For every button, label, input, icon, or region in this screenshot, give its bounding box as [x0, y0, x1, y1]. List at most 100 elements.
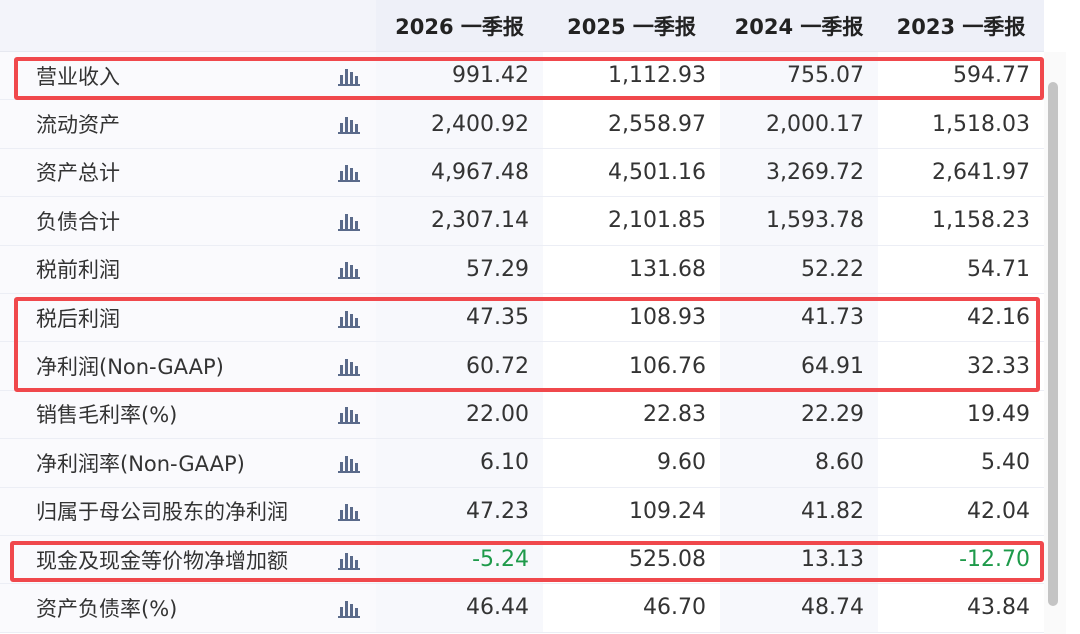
value-cell: 19.49 — [967, 401, 1030, 427]
value-cell: 6.10 — [376, 439, 543, 487]
row-label: 净利润率(Non-GAAP) — [0, 439, 376, 487]
value-cell: 46.70 — [643, 595, 706, 621]
bar-chart-icon[interactable] — [338, 114, 360, 135]
row-label-text: 负债合计 — [36, 209, 120, 234]
value-cell: 106.76 — [629, 353, 706, 379]
header-label-cell — [0, 0, 376, 51]
value-cell: 46.44 — [376, 584, 543, 632]
value-cell: 3,269.72 — [720, 148, 878, 197]
table-row: 净利润率(Non-GAAP) 6.10 9.60 8.60 5.40 — [0, 439, 1044, 488]
value-cell: 2,558.97 — [608, 111, 706, 137]
value-cell: 755.07 — [720, 52, 878, 100]
scrollbar-thumb[interactable] — [1048, 82, 1058, 606]
value-cell: 13.13 — [720, 535, 878, 584]
value-cell: 525.08 — [629, 547, 706, 573]
table-row: 流动资产 2,400.92 2,558.97 2,000.17 1,518.03 — [0, 100, 1044, 149]
value-cell: 1,518.03 — [932, 111, 1030, 137]
value-cell: 109.24 — [629, 498, 706, 524]
row-label: 税前利润 — [0, 245, 376, 293]
bar-chart-icon[interactable] — [338, 356, 360, 377]
table-body: 营业收入 991.42 1,112.93 755.07 594.77 流动资产 2,400.… — [0, 52, 1044, 633]
row-label-text: 税后利润 — [36, 306, 120, 331]
value-cell: 131.68 — [629, 256, 706, 282]
row-label: 负债合计 — [0, 197, 376, 245]
bar-chart-icon[interactable] — [338, 308, 360, 328]
value-cell: 4,501.16 — [608, 159, 706, 185]
row-label: 资产负债率(%) — [0, 584, 376, 632]
value-cell: 22.29 — [720, 390, 878, 439]
col-header-2024[interactable]: 2024 一季报 — [720, 0, 878, 51]
value-cell: 108.93 — [629, 305, 706, 331]
row-label: 净利润(Non-GAAP) — [0, 342, 376, 390]
bar-chart-icon[interactable] — [338, 501, 360, 522]
table-row: 现金及现金等价物净增加额 -5.24 525.08 13.13 -12.70 — [0, 535, 1044, 585]
value-cell: 60.72 — [376, 342, 543, 390]
value-cell: 9.60 — [657, 450, 706, 476]
row-label-text: 销售毛利率(%) — [36, 403, 178, 428]
bar-chart-icon[interactable] — [338, 162, 360, 183]
value-cell: 47.35 — [376, 293, 543, 342]
value-cell: 48.74 — [720, 584, 878, 632]
row-label: 现金及现金等价物净增加额 — [0, 535, 376, 584]
value-cell: 5.40 — [981, 450, 1030, 476]
col-header-2026[interactable]: 2026 一季报 — [376, 0, 543, 51]
bar-chart-icon[interactable] — [338, 66, 360, 86]
row-label-text: 归属于母公司股东的净利润 — [36, 500, 288, 525]
value-cell: 594.77 — [953, 63, 1030, 89]
value-cell: 43.84 — [967, 595, 1030, 621]
financial-table: 2026 一季报 2025 一季报 2024 一季报 2023 一季报 营业收入… — [0, 0, 1044, 633]
value-cell: 4,967.48 — [376, 148, 543, 197]
value-cell: 64.91 — [720, 342, 878, 390]
table-row: 负债合计 2,307.14 2,101.85 1,593.78 1,158.23 — [0, 197, 1044, 246]
bar-chart-icon[interactable] — [338, 404, 360, 425]
value-cell: 1,158.23 — [932, 208, 1030, 234]
col-header-2025[interactable]: 2025 一季报 — [543, 0, 720, 51]
table-row: 税前利润 57.29 131.68 52.22 54.71 — [0, 245, 1044, 294]
value-cell: 42.04 — [967, 498, 1030, 524]
value-cell: 42.16 — [967, 305, 1030, 331]
value-cell: 2,307.14 — [376, 197, 543, 245]
value-cell: 32.33 — [967, 353, 1030, 379]
value-cell: 2,101.85 — [608, 208, 706, 234]
row-label-text: 资产负债率(%) — [36, 596, 178, 621]
value-cell: 41.82 — [720, 487, 878, 535]
value-cell: 1,593.78 — [720, 197, 878, 245]
bar-chart-icon[interactable] — [338, 211, 360, 231]
table-row: 归属于母公司股东的净利润 47.23 109.24 41.82 42.04 — [0, 487, 1044, 536]
value-cell: 1,112.93 — [608, 63, 706, 89]
value-cell: 52.22 — [720, 245, 878, 293]
row-label: 税后利润 — [0, 293, 376, 342]
table-row: 税后利润 47.35 108.93 41.73 42.16 — [0, 293, 1044, 343]
row-label-text: 现金及现金等价物净增加额 — [36, 548, 288, 573]
row-label: 销售毛利率(%) — [0, 390, 376, 439]
table-header: 2026 一季报 2025 一季报 2024 一季报 2023 一季报 — [0, 0, 1044, 52]
value-cell: 22.83 — [643, 401, 706, 427]
value-cell: -5.24 — [376, 535, 543, 584]
bar-chart-icon[interactable] — [338, 598, 360, 618]
row-label: 资产总计 — [0, 148, 376, 197]
row-label-text: 净利润(Non-GAAP) — [36, 355, 224, 380]
row-label-text: 税前利润 — [36, 258, 120, 283]
value-cell: -12.70 — [959, 547, 1030, 573]
value-cell: 41.73 — [720, 293, 878, 342]
value-cell: 991.42 — [376, 52, 543, 100]
table-row: 资产总计 4,967.48 4,501.16 3,269.72 2,641.97 — [0, 148, 1044, 198]
row-label-text: 资产总计 — [36, 161, 120, 186]
value-cell: 57.29 — [376, 245, 543, 293]
table-row: 销售毛利率(%) 22.00 22.83 22.29 19.49 — [0, 390, 1044, 440]
value-cell: 22.00 — [376, 390, 543, 439]
row-label: 流动资产 — [0, 100, 376, 148]
row-label: 归属于母公司股东的净利润 — [0, 487, 376, 535]
bar-chart-icon[interactable] — [338, 259, 360, 280]
value-cell: 2,000.17 — [720, 100, 878, 148]
row-label-text: 流动资产 — [36, 113, 120, 138]
value-cell: 2,641.97 — [932, 159, 1030, 185]
value-cell: 47.23 — [376, 487, 543, 535]
value-cell: 8.60 — [720, 439, 878, 487]
row-label-text: 净利润率(Non-GAAP) — [36, 451, 245, 476]
value-cell: 54.71 — [967, 256, 1030, 282]
row-label: 营业收入 — [0, 52, 376, 100]
bar-chart-icon[interactable] — [338, 550, 360, 570]
bar-chart-icon[interactable] — [338, 453, 360, 473]
col-header-2023[interactable]: 2023 一季报 — [878, 0, 1044, 51]
